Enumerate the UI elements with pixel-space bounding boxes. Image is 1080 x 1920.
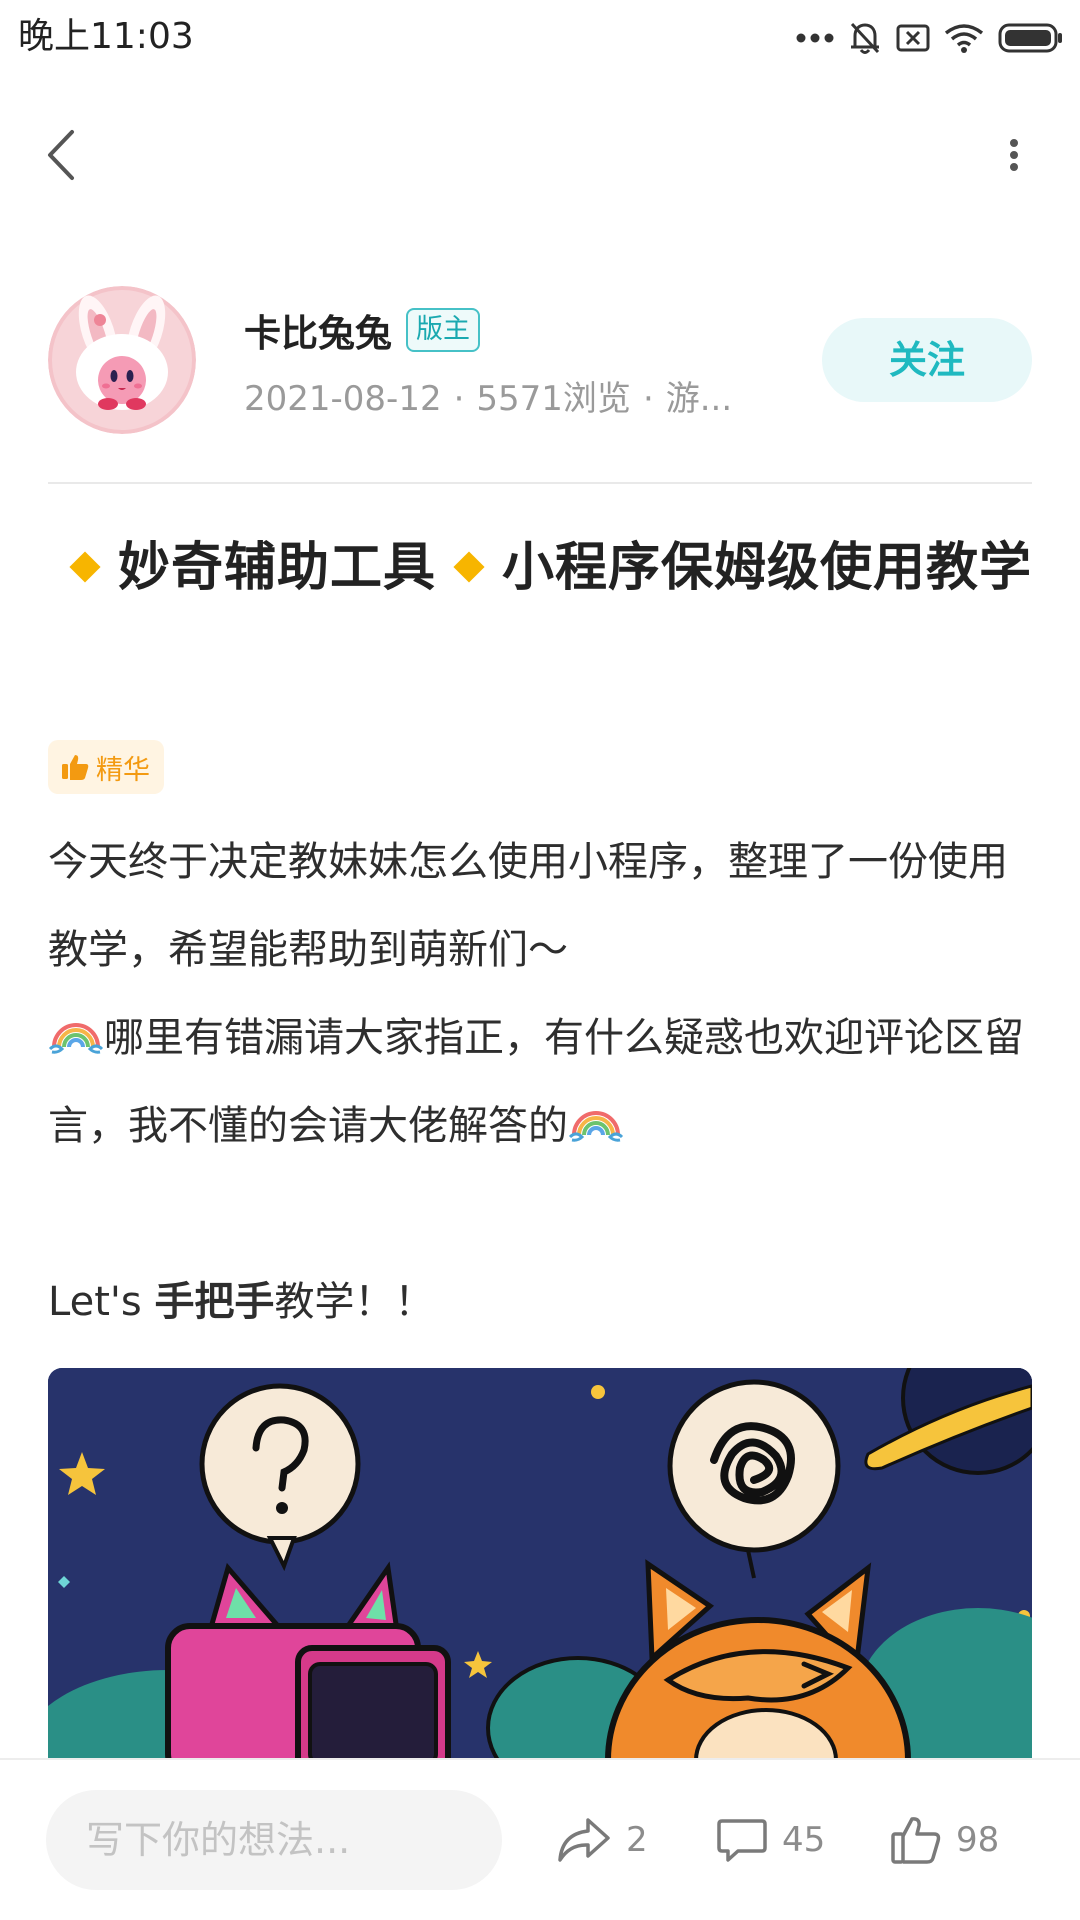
rainbow-emoji-icon xyxy=(48,1023,104,1054)
like-button[interactable]: 98 xyxy=(890,1800,999,1880)
essence-label: 精华 xyxy=(96,754,150,786)
post-detail-screen: 晚上11:03 卡比兔兔 版主 2021-08-12 · 5571浏览 · 游.… xyxy=(0,0,1080,1920)
comment-button[interactable]: 45 xyxy=(716,1800,825,1880)
post-illustration-image[interactable] xyxy=(48,1368,1032,1760)
comment-input[interactable] xyxy=(46,1790,502,1890)
more-dots-icon xyxy=(796,33,834,43)
body-paragraph: 哪里有错漏请大家指正，有什么疑惑也欢迎评论区留言，我不懂的会请大佬解答的 xyxy=(48,994,1038,1170)
meta-separator: · xyxy=(642,379,654,419)
back-button[interactable] xyxy=(36,122,96,188)
rainbow-emoji-icon xyxy=(568,1111,624,1142)
divider xyxy=(48,482,1032,484)
wifi-icon xyxy=(944,24,984,53)
chevron-left-icon xyxy=(48,130,74,180)
thumbs-up-outline-icon xyxy=(891,1817,941,1864)
comment-count: 45 xyxy=(782,1820,826,1860)
author-name[interactable]: 卡比兔兔 xyxy=(244,303,392,357)
moderator-badge: 版主 xyxy=(406,308,480,352)
body-text: 哪里有错漏请大家指正，有什么疑惑也欢迎评论区留言，我不懂的会请大佬解答的 xyxy=(48,1015,1024,1149)
body-text: Let's xyxy=(48,1279,155,1325)
status-icons xyxy=(796,16,1064,60)
essence-tag: 精华 xyxy=(48,740,164,794)
like-count: 98 xyxy=(956,1820,1000,1860)
bell-off-icon xyxy=(850,22,880,54)
sim-off-icon xyxy=(896,24,930,52)
title-part-2: 小程序保姆级使用教学 xyxy=(502,538,1033,598)
body-paragraph: 今天终于决定教妹妹怎么使用小程序，整理了一份使用教学，希望能帮助到萌新们～ xyxy=(48,839,1008,973)
meta-separator: · xyxy=(453,379,465,419)
author-name-line: 卡比兔兔 版主 xyxy=(244,304,480,356)
comment-bubble-icon xyxy=(717,1819,767,1862)
share-button[interactable]: 2 xyxy=(556,1800,648,1880)
battery-icon xyxy=(998,23,1062,53)
title-part-1: 妙奇辅助工具 xyxy=(118,538,437,598)
body-bold-text: 手把手 xyxy=(154,1279,275,1325)
post-title: 妙奇辅助工具 小程序保姆级使用教学 xyxy=(48,518,1038,618)
top-bar xyxy=(0,100,1080,210)
view-count: 5571浏览 xyxy=(476,379,631,419)
post-body: 今天终于决定教妹妹怎么使用小程序，整理了一份使用教学，希望能帮助到萌新们～ 哪里… xyxy=(48,818,1038,1346)
bottom-action-bar: 2 45 98 xyxy=(0,1758,1080,1920)
diamond-icon xyxy=(453,551,485,583)
cartoon-cats-illustration xyxy=(48,1368,1032,1760)
diamond-icon xyxy=(69,551,101,583)
status-time: 晚上11:03 xyxy=(18,16,194,57)
author-row: 卡比兔兔 版主 2021-08-12 · 5571浏览 · 游... 关注 xyxy=(48,286,1032,436)
meta-extra: 游... xyxy=(665,379,733,419)
kirby-bunny-avatar-image xyxy=(48,286,196,434)
vertical-dots-icon xyxy=(1010,139,1018,171)
avatar[interactable] xyxy=(48,286,196,434)
status-bar: 晚上11:03 xyxy=(0,0,1080,74)
share-arrow-icon xyxy=(558,1818,610,1862)
post-date: 2021-08-12 xyxy=(244,379,442,419)
follow-button[interactable]: 关注 xyxy=(822,318,1032,402)
thumbs-up-icon xyxy=(62,755,89,780)
post-meta: 2021-08-12 · 5571浏览 · 游... xyxy=(244,376,784,422)
body-text: 教学！！ xyxy=(274,1279,435,1325)
more-options-button[interactable] xyxy=(984,122,1044,188)
share-count: 2 xyxy=(626,1820,648,1860)
body-paragraph: Let's 手把手教学！！ xyxy=(48,1258,1038,1346)
